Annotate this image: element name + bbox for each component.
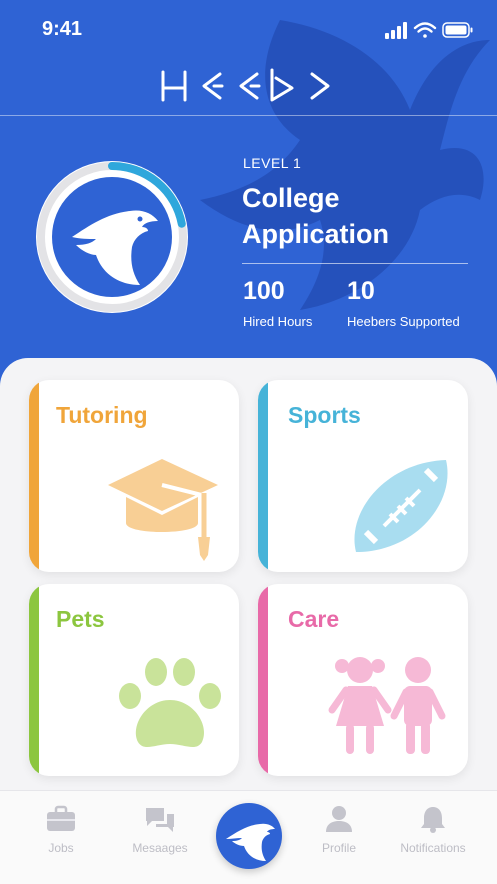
children-icon bbox=[328, 657, 446, 754]
person-icon bbox=[326, 806, 352, 832]
tab-notifications[interactable]: Notifications bbox=[388, 805, 478, 855]
level-progress-ring bbox=[36, 161, 188, 313]
bell-icon bbox=[421, 807, 445, 833]
heeber-logo bbox=[161, 68, 330, 102]
clock: 9:41 bbox=[42, 18, 83, 40]
center-home-button[interactable] bbox=[216, 803, 282, 869]
card-accent-bar bbox=[29, 584, 39, 776]
tab-label: Jobs bbox=[48, 841, 74, 855]
cellular-signal-icon bbox=[385, 22, 407, 39]
stat-label: Heebers Supported bbox=[347, 314, 460, 329]
tab-label: Mesaages bbox=[132, 841, 188, 855]
tab-messages[interactable]: Mesaages bbox=[115, 805, 205, 855]
card-label: Care bbox=[288, 606, 340, 632]
stat-label: Hired Hours bbox=[243, 314, 313, 329]
battery-icon bbox=[442, 22, 473, 38]
football-icon bbox=[354, 460, 448, 552]
card-label: Sports bbox=[288, 402, 361, 428]
briefcase-icon bbox=[47, 805, 75, 831]
eagle-icon bbox=[226, 823, 275, 861]
categories-sheet: Tutoring Sports Pets Care bbox=[0, 358, 497, 798]
header-section: 9:41 LEVEL 1 College Application 100 Hir… bbox=[0, 0, 497, 380]
category-card-tutoring[interactable]: Tutoring bbox=[29, 380, 239, 572]
graduation-cap-icon bbox=[108, 459, 218, 561]
paw-icon bbox=[119, 658, 221, 748]
card-label: Pets bbox=[56, 606, 105, 632]
category-card-care[interactable]: Care bbox=[258, 584, 468, 776]
tab-profile[interactable]: Profile bbox=[294, 805, 384, 855]
tab-jobs[interactable]: Jobs bbox=[16, 805, 106, 855]
stats-divider bbox=[242, 263, 468, 264]
chat-icon bbox=[146, 808, 174, 832]
wifi-icon bbox=[413, 22, 437, 38]
card-label: Tutoring bbox=[56, 402, 148, 428]
category-card-sports[interactable]: Sports bbox=[258, 380, 468, 572]
category-card-pets[interactable]: Pets bbox=[29, 584, 239, 776]
header-divider bbox=[0, 115, 497, 116]
tab-label: Notifications bbox=[400, 841, 466, 855]
level-label: LEVEL 1 bbox=[243, 155, 302, 171]
status-bar: 9:41 bbox=[0, 0, 497, 60]
status-icons bbox=[385, 22, 473, 39]
goal-title: College Application bbox=[242, 183, 389, 249]
stat-value: 100 bbox=[243, 277, 285, 305]
card-accent-bar bbox=[29, 380, 39, 572]
stat-heebers-supported: 10 Heebers Supported bbox=[347, 277, 460, 329]
tab-label: Profile bbox=[321, 841, 356, 855]
card-accent-bar bbox=[258, 584, 268, 776]
stat-value: 10 bbox=[347, 277, 375, 305]
card-accent-bar bbox=[258, 380, 268, 572]
stat-hired-hours: 100 Hired Hours bbox=[243, 277, 312, 329]
